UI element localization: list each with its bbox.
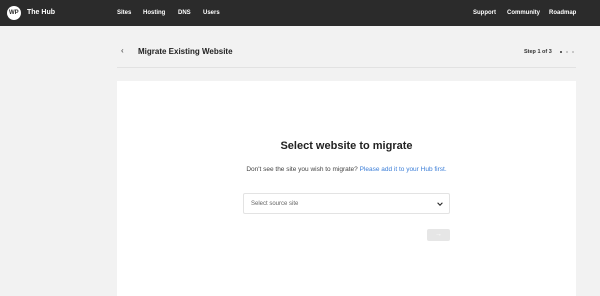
migration-card: Select website to migrate Don't see the …: [117, 81, 576, 296]
card-title: Select website to migrate: [280, 140, 413, 152]
step-dot-3: [572, 51, 574, 53]
hint-question: Don't see the site you wish to migrate?: [246, 166, 358, 173]
step-dot-2: [566, 51, 568, 53]
step-indicator: Step 1 of 3: [524, 49, 552, 55]
add-site-link[interactable]: Please add it to your Hub first.: [360, 166, 447, 173]
top-navigation-bar: WP The Hub Sites Hosting DNS Users Suppo…: [0, 0, 600, 26]
nav-roadmap[interactable]: Roadmap: [549, 8, 576, 18]
page-title: Migrate Existing Website: [138, 47, 233, 56]
select-placeholder: Select source site: [251, 201, 299, 207]
logo-text: WP: [9, 10, 19, 16]
source-site-select[interactable]: Select source site: [243, 193, 450, 214]
page-header: ‹ Migrate Existing Website Step 1 of 3: [117, 40, 576, 68]
nav-users[interactable]: Users: [203, 8, 220, 18]
nav-support[interactable]: Support: [473, 8, 496, 18]
hub-logo-icon[interactable]: WP: [7, 6, 21, 20]
arrow-right-icon: →: [435, 231, 442, 238]
nav-sites[interactable]: Sites: [117, 8, 131, 18]
brand-name[interactable]: The Hub: [27, 8, 55, 18]
chevron-down-icon: [437, 202, 443, 206]
nav-dns[interactable]: DNS: [178, 8, 191, 18]
hint-text: Don't see the site you wish to migrate? …: [117, 165, 576, 174]
nav-hosting[interactable]: Hosting: [143, 8, 165, 18]
step-dot-1: [560, 51, 562, 53]
back-arrow-icon[interactable]: ‹: [121, 46, 124, 56]
next-button[interactable]: →: [427, 229, 450, 241]
nav-community[interactable]: Community: [507, 8, 540, 18]
